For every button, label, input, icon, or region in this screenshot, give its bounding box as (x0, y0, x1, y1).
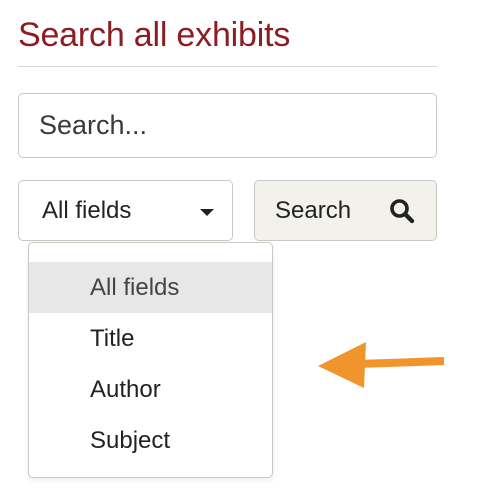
left-arrow-icon (318, 342, 445, 388)
page-title: Search all exhibits (18, 16, 291, 54)
search-button-label: Search (275, 196, 352, 224)
dropdown-option-title[interactable]: Title (29, 313, 272, 364)
search-input[interactable] (18, 93, 437, 158)
search-button[interactable]: Search (254, 180, 437, 241)
dropdown-option-all-fields[interactable]: All fields (29, 262, 272, 313)
search-field-select[interactable]: All fields (18, 180, 233, 241)
search-field-dropdown-menu: All fields Title Author Subject (28, 242, 273, 478)
dropdown-option-subject[interactable]: Subject (29, 415, 272, 466)
dropdown-option-author[interactable]: Author (29, 364, 272, 415)
caret-down-icon (200, 208, 214, 216)
search-field-selected-value: All fields (42, 196, 132, 224)
search-icon (390, 198, 415, 223)
title-divider (18, 66, 437, 67)
exhibit-search-page: Search all exhibits All fields Search Al… (0, 0, 492, 504)
